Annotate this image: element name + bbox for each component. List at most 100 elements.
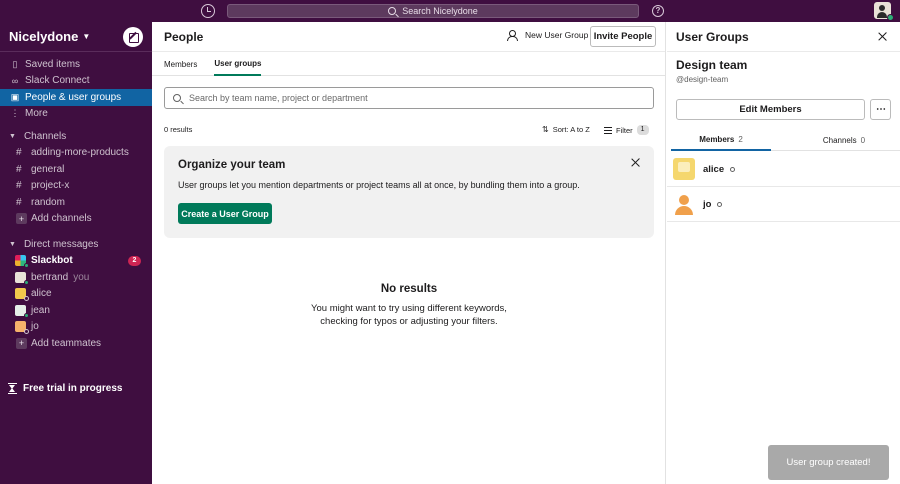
add-teammates-button[interactable]: + Add teammates	[0, 335, 152, 352]
compose-button[interactable]	[123, 27, 143, 47]
hourglass-icon	[8, 383, 17, 394]
unread-badge: 2	[128, 255, 141, 266]
close-icon[interactable]	[878, 32, 887, 41]
away-status-icon	[24, 329, 29, 335]
channels-section-header[interactable]: ▼ Channels	[0, 128, 152, 145]
channel-label: general	[31, 163, 65, 175]
top-bar: Search Nicelydone ?	[0, 0, 900, 22]
tab-count: 2	[738, 134, 743, 144]
filter-label: Filter	[616, 125, 633, 135]
sort-button[interactable]: ⇅ Sort: A to Z	[542, 125, 590, 134]
dm-label: alice	[31, 288, 52, 300]
caret-down-icon: ▼	[9, 132, 16, 140]
create-user-group-button[interactable]: Create a User Group	[178, 203, 272, 224]
trial-banner[interactable]: Free trial in progress	[8, 383, 122, 394]
hash-icon: #	[16, 163, 22, 175]
member-name: jo	[703, 198, 712, 210]
tab-channels[interactable]: Channels 0	[799, 129, 889, 151]
main-header: People New User Group Invite People	[152, 22, 665, 52]
dm-item-alice[interactable]: alice	[0, 286, 152, 303]
tab-user-groups[interactable]: User groups	[214, 52, 262, 76]
sort-icon: ⇅	[542, 125, 549, 134]
dm-item-slackbot[interactable]: Slackbot 2	[0, 253, 152, 270]
new-user-group-label: New User Group	[525, 30, 589, 40]
more-actions-button[interactable]: ⋯	[870, 99, 891, 120]
dm-label: Slackbot	[31, 255, 73, 267]
hash-icon: #	[16, 147, 22, 159]
channel-label: adding-more-products	[31, 147, 129, 159]
caret-down-icon: ▼	[9, 240, 16, 248]
toast-notification: User group created!	[768, 445, 889, 480]
sidebar-item-more[interactable]: ⋮ More	[0, 106, 152, 123]
member-row[interactable]: jo	[667, 187, 900, 222]
workspace-name[interactable]: Nicelydone	[9, 29, 78, 44]
add-channels-button[interactable]: + Add channels	[0, 211, 152, 228]
group-handle: @design-team	[676, 75, 729, 84]
organize-team-card: Organize your team User groups let you m…	[164, 146, 654, 238]
channel-label: random	[31, 196, 65, 208]
channel-item[interactable]: # random	[0, 194, 152, 211]
sidebar: Nicelydone ▼ ▯ Saved items ∞ Slack Conne…	[0, 22, 152, 484]
sidebar-item-slack-connect[interactable]: ∞ Slack Connect	[0, 73, 152, 90]
sidebar-item-people[interactable]: ▣ People & user groups	[0, 89, 152, 106]
channel-item[interactable]: # project-x	[0, 178, 152, 195]
tab-label: Channels	[822, 135, 857, 145]
chevron-down-icon: ▼	[82, 32, 91, 41]
sidebar-item-saved[interactable]: ▯ Saved items	[0, 56, 152, 73]
tab-count: 0	[860, 135, 866, 145]
user-avatar[interactable]	[874, 2, 894, 21]
empty-state-line: checking for typos or adjusting your fil…	[320, 316, 498, 327]
online-status-icon	[24, 312, 29, 318]
channels-header-label: Channels	[23, 130, 67, 142]
global-search-bar[interactable]: Search Nicelydone	[227, 4, 639, 18]
history-icon[interactable]	[201, 4, 215, 18]
online-status-icon	[887, 14, 894, 21]
help-icon[interactable]: ?	[652, 5, 664, 17]
dm-item-bertrand[interactable]: bertrand you	[0, 269, 152, 286]
user-group-search-input[interactable]: Search by team name, project or departme…	[164, 87, 654, 109]
panel-tabs: Members 2 Channels 0	[671, 129, 900, 151]
dm-label: bertrand	[31, 271, 69, 283]
tab-members[interactable]: Members 2	[671, 129, 771, 151]
sidebar-item-label: Saved items	[25, 58, 81, 70]
slackbot-avatar	[15, 255, 29, 269]
workspace-header[interactable]: Nicelydone ▼	[0, 22, 152, 52]
filter-icon	[604, 126, 612, 134]
add-teammates-label: Add teammates	[31, 337, 102, 349]
page-title: People	[164, 29, 204, 44]
sort-label: Sort: A to Z	[552, 125, 590, 134]
slack-connect-icon: ∞	[11, 75, 19, 86]
tab-members[interactable]: Members	[164, 52, 197, 76]
new-user-group-button[interactable]: New User Group	[507, 30, 589, 41]
away-status-icon	[24, 296, 29, 302]
close-icon[interactable]	[631, 158, 640, 167]
dm-section-header[interactable]: ▼ Direct messages	[0, 236, 152, 253]
sidebar-item-label: More	[25, 108, 48, 120]
search-icon	[173, 94, 181, 102]
empty-state-title: No results	[380, 283, 438, 295]
channel-item[interactable]: # general	[0, 161, 152, 178]
invite-people-button[interactable]: Invite People	[590, 26, 656, 47]
dm-item-jean[interactable]: jean	[0, 302, 152, 319]
people-tabs: Members User groups	[152, 52, 665, 76]
dm-item-jo[interactable]: jo	[0, 319, 152, 336]
hash-icon: #	[16, 196, 22, 208]
dm-header-label: Direct messages	[23, 238, 99, 250]
filter-button[interactable]: Filter 1	[604, 125, 649, 135]
member-row[interactable]: alice	[667, 152, 900, 187]
online-status-icon	[24, 279, 29, 285]
plus-icon: +	[16, 213, 27, 225]
avatar	[15, 271, 29, 285]
edit-members-button[interactable]: Edit Members	[676, 99, 865, 120]
hash-icon: #	[16, 180, 22, 192]
sidebar-item-label: Slack Connect	[25, 75, 90, 87]
trial-label: Free trial in progress	[23, 383, 123, 394]
add-channels-label: Add channels	[31, 213, 92, 225]
card-text: User groups let you mention departments …	[178, 180, 580, 190]
user-groups-panel: User Groups Design team @design-team Edi…	[667, 22, 900, 484]
you-label: you	[73, 271, 90, 283]
channel-item[interactable]: # adding-more-products	[0, 145, 152, 162]
people-view: People New User Group Invite People Memb…	[152, 22, 666, 484]
filter-count-badge: 1	[636, 125, 649, 135]
bookmark-icon: ▯	[12, 58, 18, 69]
